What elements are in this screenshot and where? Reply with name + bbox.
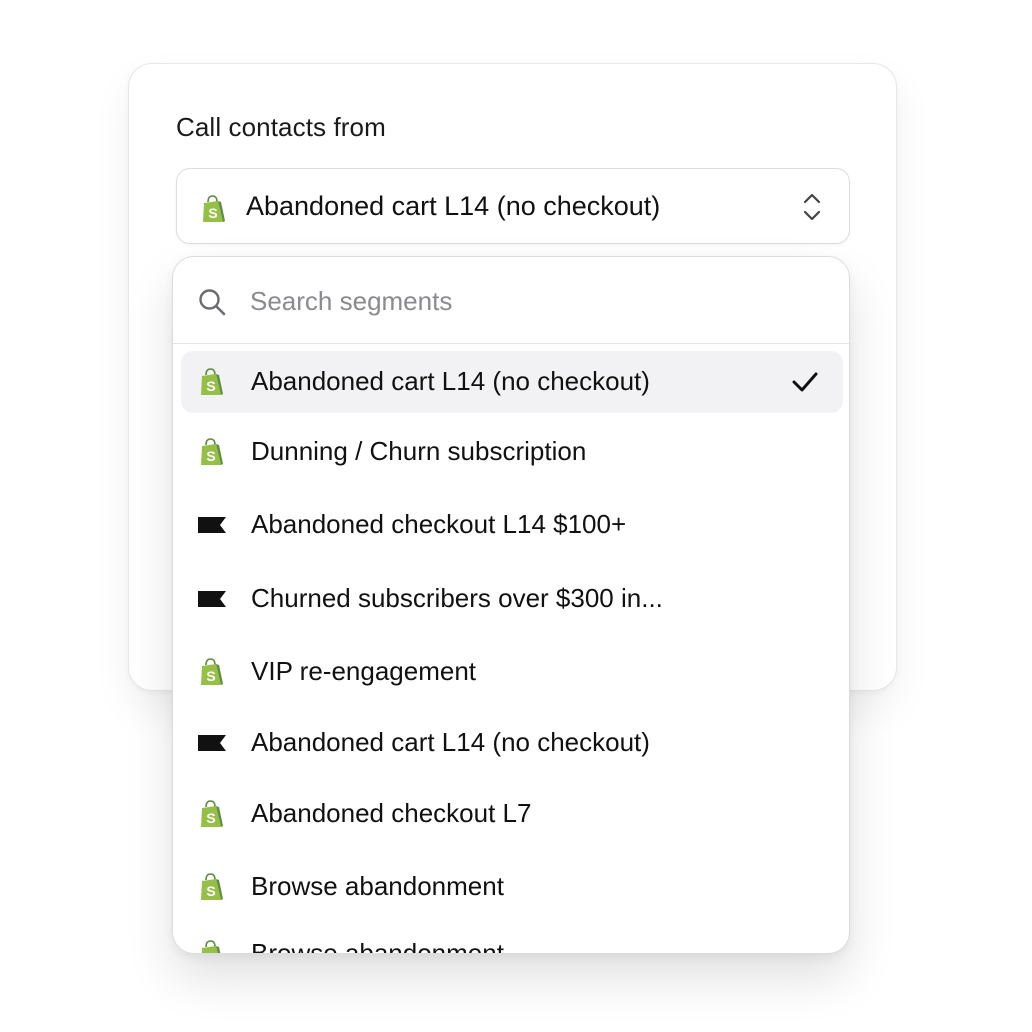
search-input[interactable]: [250, 281, 790, 321]
segment-option-label: Abandoned checkout L7: [251, 798, 532, 828]
segment-option-label: Browse abandonment: [251, 938, 504, 954]
segment-option[interactable]: Churned subscribers over $300 in...: [181, 568, 843, 630]
segment-option-label: VIP re-engagement: [251, 656, 476, 686]
svg-text:S: S: [206, 448, 215, 464]
segment-option[interactable]: Abandoned checkout L14 $100+: [181, 494, 843, 556]
segment-dropdown: S Abandoned cart L14 (no checkout) S Dunnin…: [172, 256, 850, 954]
shopify-bag-icon: S: [197, 872, 227, 902]
chevron-up-down-icon: [800, 191, 824, 223]
segment-option-label: Browse abandonment: [251, 871, 504, 901]
segment-option[interactable]: S Browse abandonment: [181, 856, 843, 918]
svg-text:S: S: [206, 810, 215, 826]
svg-text:S: S: [206, 668, 215, 684]
shopify-bag-icon: S: [199, 194, 229, 224]
svg-text:S: S: [206, 950, 215, 954]
shopify-bag-icon: S: [197, 939, 227, 954]
search-row: [173, 257, 849, 344]
segment-option[interactable]: S VIP re-engagement: [181, 641, 843, 703]
segment-option[interactable]: S Abandoned checkout L7: [181, 783, 843, 845]
shopify-bag-icon: S: [197, 657, 227, 687]
svg-text:S: S: [206, 883, 215, 899]
segment-option-label: Abandoned checkout L14 $100+: [251, 509, 627, 539]
segment-option[interactable]: S Abandoned cart L14 (no checkout): [181, 351, 843, 413]
segment-option-label: Dunning / Churn subscription: [251, 436, 587, 466]
segment-select[interactable]: S Abandoned cart L14 (no checkout): [176, 168, 850, 244]
shopify-bag-icon: S: [197, 367, 227, 397]
search-icon: [197, 287, 227, 317]
selected-segment-value: Abandoned cart L14 (no checkout): [246, 191, 661, 221]
segment-option-label: Churned subscribers over $300 in...: [251, 583, 663, 613]
shopify-bag-icon: S: [197, 437, 227, 467]
field-label: Call contacts from: [176, 112, 386, 142]
svg-text:S: S: [206, 378, 215, 394]
shopify-bag-icon: S: [197, 799, 227, 829]
segment-option[interactable]: S Dunning / Churn subscription: [181, 421, 843, 483]
segment-option-label: Abandoned cart L14 (no checkout): [251, 727, 650, 757]
checkmark-icon: [791, 369, 819, 395]
klaviyo-flag-icon: [197, 584, 227, 614]
svg-text:S: S: [208, 205, 217, 221]
segment-option[interactable]: S Browse abandonment: [181, 923, 843, 954]
klaviyo-flag-icon: [197, 728, 227, 758]
segment-option[interactable]: Abandoned cart L14 (no checkout): [181, 712, 843, 774]
klaviyo-flag-icon: [197, 510, 227, 540]
segment-option-label: Abandoned cart L14 (no checkout): [251, 366, 650, 396]
